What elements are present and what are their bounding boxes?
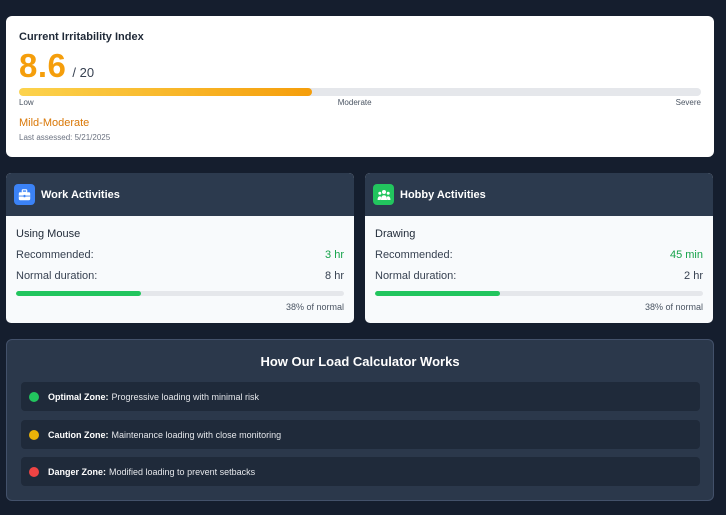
hobby-activities-header: Hobby Activities [365, 173, 713, 216]
work-recommended-row: Recommended: 3 hr [16, 249, 344, 261]
scale-low-label: Low [19, 98, 34, 107]
optimal-zone-item: Optimal Zone: Progressive loading with m… [21, 382, 700, 411]
caution-zone-description: Maintenance loading with close monitorin… [111, 429, 282, 440]
hobby-progress-track [375, 291, 703, 296]
hobby-activities-body: Drawing Recommended: 45 min Normal durat… [365, 216, 713, 312]
danger-zone-description: Modified loading to prevent setbacks [109, 466, 256, 477]
scale-high-label: Severe [675, 98, 701, 107]
irritability-score-row: 8.6 / 20 [19, 47, 701, 85]
danger-zone-dot-icon [29, 466, 39, 477]
work-recommended-value: 3 hr [325, 249, 344, 261]
dashboard: Current Irritability Index 8.6 / 20 Low … [0, 0, 726, 515]
caution-zone-dot-icon [29, 429, 39, 440]
hobby-normal-value: 2 hr [684, 270, 703, 282]
hobby-normal-row: Normal duration: 2 hr [375, 270, 703, 282]
work-normal-value: 8 hr [325, 270, 344, 282]
irritability-max: / 20 [72, 65, 95, 80]
load-calculator-title: How Our Load Calculator Works [260, 354, 460, 369]
caution-zone-item: Caution Zone: Maintenance loading with c… [21, 420, 700, 449]
hobby-recommended-label: Recommended: [375, 249, 453, 261]
irritability-level: Mild-Moderate [19, 117, 90, 129]
optimal-zone-description: Progressive loading with minimal risk [111, 391, 260, 402]
caution-zone-label: Caution Zone: [48, 429, 109, 440]
hobby-recommended-value: 45 min [669, 249, 703, 261]
irritability-title: Current Irritability Index [19, 31, 144, 43]
optimal-zone-label: Optimal Zone: [48, 391, 109, 402]
work-normal-row: Normal duration: 8 hr [16, 270, 344, 282]
danger-zone-label: Danger Zone: [48, 466, 107, 477]
optimal-zone-dot-icon [29, 391, 39, 402]
work-activities-card: Work Activities Using Mouse Recommended:… [6, 173, 354, 323]
hobby-progress-fill [375, 291, 500, 296]
work-recommended-label: Recommended: [16, 249, 94, 261]
briefcase-icon [14, 184, 35, 205]
irritability-score: 8.6 [19, 47, 67, 84]
danger-zone-item: Danger Zone: Modified loading to prevent… [21, 457, 700, 486]
irritability-card: Current Irritability Index 8.6 / 20 Low … [6, 16, 714, 157]
last-assessed-date: Last assessed: 5/21/2025 [19, 133, 111, 142]
work-progress-fill [16, 291, 141, 296]
work-progress-track [16, 291, 344, 296]
load-calculator-panel: How Our Load Calculator Works Optimal Zo… [6, 339, 714, 501]
work-activities-body: Using Mouse Recommended: 3 hr Normal dur… [6, 216, 354, 312]
scale-mid-label: Moderate [337, 98, 372, 107]
work-activity-name: Using Mouse [16, 228, 81, 240]
hobby-recommended-row: Recommended: 45 min [375, 249, 703, 261]
work-percent-text: 38% of normal [285, 302, 344, 312]
hobby-percent-text: 38% of normal [644, 302, 703, 312]
hobby-normal-label: Normal duration: [375, 270, 457, 282]
irritability-progress-track [19, 88, 701, 96]
hobby-activities-card: Hobby Activities Drawing Recommended: 45… [365, 173, 713, 323]
work-activities-title: Work Activities [41, 188, 120, 201]
hobby-activity-name: Drawing [375, 228, 416, 240]
hobby-activities-title: Hobby Activities [400, 188, 486, 201]
work-normal-label: Normal duration: [16, 270, 98, 282]
work-activities-header: Work Activities [6, 173, 354, 216]
people-icon [373, 184, 394, 205]
irritability-progress-fill [19, 88, 313, 96]
irritability-scale: Low Moderate Severe [19, 98, 701, 107]
